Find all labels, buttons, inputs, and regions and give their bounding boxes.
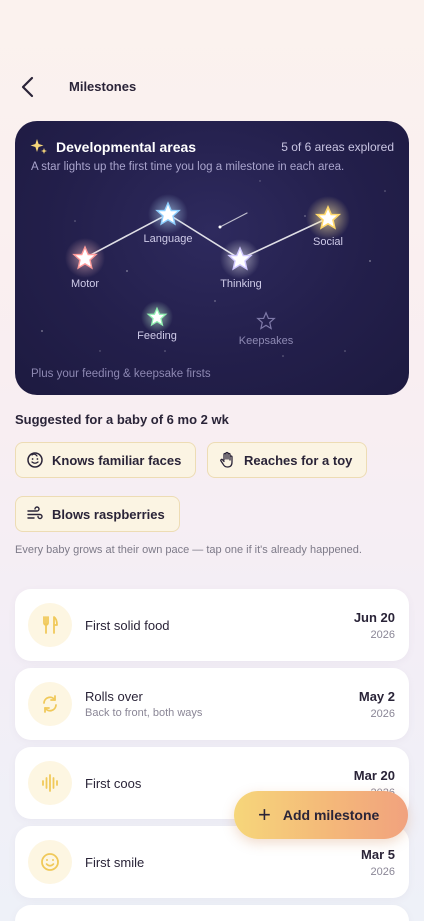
- milestone-year: 2026: [370, 866, 395, 878]
- chip-label: Knows familiar faces: [52, 452, 182, 468]
- area-label-motor: Motor: [70, 278, 100, 290]
- back-button[interactable]: [16, 74, 42, 100]
- explored-count: 5 of 6 areas explored: [281, 140, 394, 154]
- smile-face-icon: [27, 452, 43, 468]
- milestone-card-first-solid-food[interactable]: First solid food Jun 20 2026: [15, 589, 409, 661]
- milestone-icon-wrap: [28, 682, 72, 726]
- page-title: Milestones: [69, 79, 137, 94]
- milestone-title: Rolls over: [85, 689, 143, 704]
- chip-label: Reaches for a toy: [244, 452, 353, 468]
- card-title: Developmental areas: [56, 139, 197, 155]
- milestone-icon-wrap: [28, 761, 72, 805]
- smile-icon: [41, 853, 59, 871]
- card-subtitle: A star lights up the first time you log …: [31, 161, 345, 173]
- chip-label: Blows raspberries: [52, 506, 165, 522]
- milestone-date: Mar 20: [353, 768, 395, 783]
- milestone-year: 2026: [370, 708, 395, 720]
- wind-icon: [27, 506, 43, 520]
- suggested-heading: Suggested for a baby of 6 mo 2 wk: [15, 412, 229, 427]
- milestone-card-partial[interactable]: [15, 905, 409, 921]
- hand-icon: [220, 451, 233, 468]
- sparkle-icon: [30, 139, 47, 154]
- chip-blows-raspberries[interactable]: Blows raspberries: [15, 496, 180, 532]
- rotate-icon: [43, 695, 57, 713]
- area-label-feeding: Feeding: [137, 330, 177, 342]
- milestone-card-rolls-over[interactable]: Rolls over Back to front, both ways May …: [15, 668, 409, 740]
- sound-wave-icon: [42, 774, 58, 792]
- milestone-title: First smile: [85, 855, 145, 870]
- area-label-keepsakes: Keepsakes: [238, 335, 294, 347]
- milestone-title: First coos: [85, 776, 142, 791]
- keepsakes-star-icon: [256, 311, 276, 330]
- milestone-date: Mar 5: [361, 847, 395, 862]
- fork-knife-icon: [43, 616, 58, 634]
- suggestion-hint: Every baby grows at their own pace — tap…: [15, 544, 362, 556]
- card-header: Developmental areas 5 of 6 areas explore…: [29, 136, 394, 158]
- chip-knows-familiar-faces[interactable]: Knows familiar faces: [15, 442, 197, 478]
- chevron-left-icon: [21, 76, 34, 98]
- milestone-date: Jun 20: [353, 610, 395, 625]
- area-label-social: Social: [313, 236, 343, 248]
- add-milestone-label: Add milestone: [282, 807, 380, 823]
- top-bar: Milestones: [0, 70, 424, 104]
- card-footer: Plus your feeding & keepsake firsts: [31, 368, 211, 380]
- milestone-icon-wrap: [28, 840, 72, 884]
- milestone-date: May 2: [358, 689, 395, 704]
- area-label-language: Language: [143, 233, 193, 245]
- milestone-title: First solid food: [85, 618, 170, 633]
- add-milestone-button[interactable]: + Add milestone: [234, 791, 408, 839]
- developmental-areas-card[interactable]: Developmental areas 5 of 6 areas explore…: [15, 121, 409, 395]
- area-label-thinking: Thinking: [220, 278, 262, 290]
- milestone-year: 2026: [370, 629, 395, 641]
- plus-icon: +: [258, 802, 271, 827]
- milestone-subtitle: Back to front, both ways: [85, 707, 203, 719]
- milestone-icon-wrap: [28, 603, 72, 647]
- chip-reaches-for-a-toy[interactable]: Reaches for a toy: [207, 442, 368, 478]
